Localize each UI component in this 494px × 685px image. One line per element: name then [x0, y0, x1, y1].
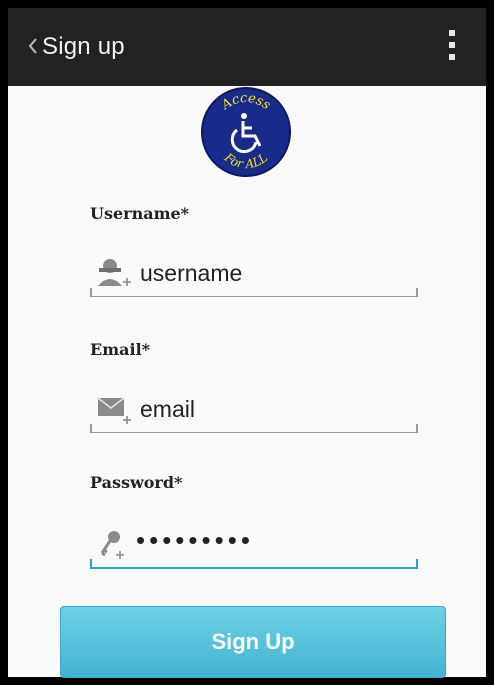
email-field[interactable]: email	[90, 386, 418, 433]
email-label: Email*	[90, 340, 151, 359]
action-bar: Sign up	[8, 8, 486, 86]
username-field[interactable]: username	[90, 250, 418, 297]
menu-dot	[449, 30, 455, 36]
field-edge-tick	[416, 424, 418, 432]
overflow-menu-icon[interactable]	[446, 30, 458, 64]
email-input-text[interactable]: email	[140, 396, 195, 423]
username-input-text[interactable]: username	[140, 260, 242, 287]
envelope-add-icon	[97, 397, 131, 424]
access-for-all-logo: Access For ALL	[201, 87, 291, 177]
user-add-icon	[98, 259, 131, 286]
field-edge-tick	[416, 288, 418, 296]
field-edge-tick	[90, 424, 92, 432]
password-label: Password*	[90, 473, 183, 492]
field-edge-tick	[90, 288, 92, 296]
menu-dot	[449, 54, 455, 60]
chevron-left-icon[interactable]	[28, 38, 38, 54]
sign-up-button[interactable]: Sign Up	[60, 606, 446, 678]
screen-title[interactable]: Sign up	[42, 33, 125, 61]
password-field[interactable]: •••••••••	[90, 521, 418, 569]
menu-dot	[449, 42, 455, 48]
field-edge-tick	[90, 559, 92, 567]
field-edge-tick	[416, 559, 418, 567]
username-label: Username*	[90, 204, 190, 223]
key-add-icon	[100, 531, 124, 559]
password-input-text[interactable]: •••••••••	[136, 525, 254, 556]
